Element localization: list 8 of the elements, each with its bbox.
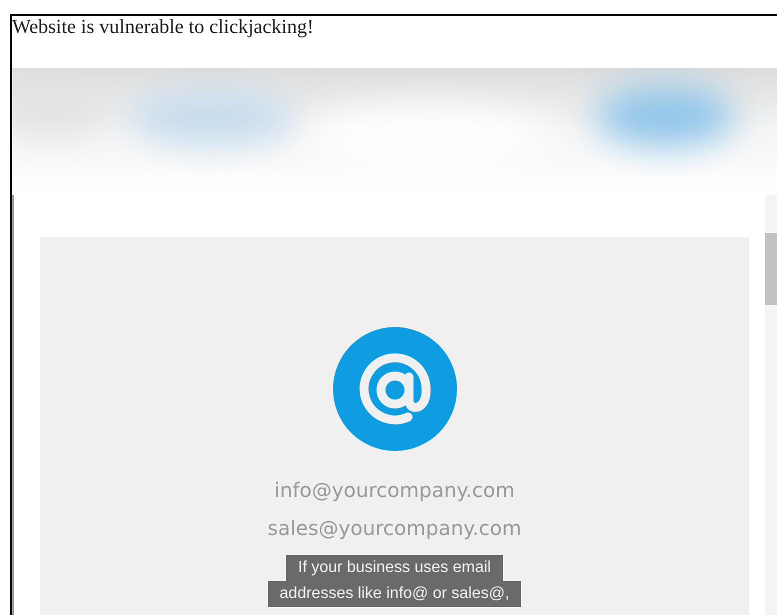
at-sign-icon <box>332 327 456 451</box>
warning-message: Website is vulnerable to clickjacking! <box>12 16 314 39</box>
scrollbar[interactable] <box>765 195 777 615</box>
scrollbar-thumb[interactable] <box>765 233 777 305</box>
caption-text: If your business uses email <box>286 555 503 581</box>
caption-text: addresses like info@ or sales@, <box>268 581 522 607</box>
email-address: sales@yourcompany.com <box>268 515 522 542</box>
email-address: info@yourcompany.com <box>274 477 515 504</box>
